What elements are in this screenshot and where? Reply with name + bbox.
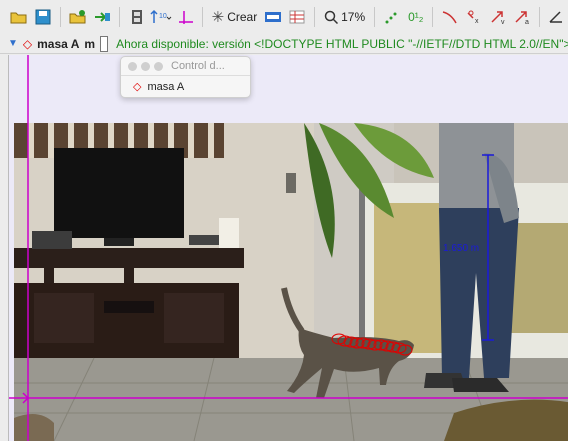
track-selector[interactable]: ▼ ◇ masa A m <box>8 35 109 52</box>
acceleration-vector-icon[interactable]: a <box>511 6 533 28</box>
diamond-icon: ◇ <box>133 81 142 93</box>
popup-title: Control d... <box>171 60 225 72</box>
zoom-dot-icon[interactable] <box>154 61 163 71</box>
popup-item-masa-a[interactable]: ◇ masa A <box>121 76 250 97</box>
svg-text:v: v <box>501 19 505 25</box>
open-video-icon[interactable] <box>67 6 89 28</box>
toolbar-separator <box>539 7 541 27</box>
toolbar-separator <box>59 7 61 27</box>
toolbar-separator <box>118 7 120 27</box>
velocity-vector-icon[interactable]: v <box>487 6 509 28</box>
save-icon[interactable] <box>32 6 54 28</box>
film-clip-icon[interactable] <box>126 6 148 28</box>
track-control-icon[interactable] <box>262 6 284 28</box>
angle-tool-icon[interactable] <box>546 6 568 28</box>
annotation-overlay: 1.650 m <box>9 55 568 441</box>
track-control-popup[interactable]: Control d... ◇ masa A <box>120 56 251 98</box>
magnifier-icon <box>324 10 339 24</box>
mass-name: masa A <box>37 36 80 51</box>
svg-text:x: x <box>475 18 479 25</box>
update-notice[interactable]: Ahora disponible: versión <!DOCTYPE HTML… <box>116 37 568 51</box>
toolbar-separator <box>432 7 434 27</box>
toolbar-separator <box>201 7 203 27</box>
close-dot-icon[interactable] <box>128 61 137 71</box>
path-icon[interactable] <box>439 6 461 28</box>
point-x-icon[interactable]: x <box>463 6 485 28</box>
dropdown-triangle-icon: ▼ <box>8 38 18 49</box>
data-table-icon[interactable] <box>286 6 308 28</box>
popup-item-label: masa A <box>147 80 185 93</box>
tape-length-label: 1.650 m <box>443 243 479 254</box>
trail-dots-icon[interactable] <box>381 6 403 28</box>
toolbar-separator <box>374 7 376 27</box>
axes-icon[interactable] <box>174 6 196 28</box>
svg-text:10: 10 <box>159 13 167 20</box>
zoom-button[interactable]: 17% <box>321 6 368 28</box>
open-folder-icon[interactable] <box>8 6 30 28</box>
import-icon[interactable] <box>91 6 113 28</box>
mass-unit-label: m <box>84 36 96 51</box>
track-bar: ▼ ◇ masa A m Ahora disponible: versión <… <box>0 34 568 54</box>
create-track-button[interactable]: ✳ Crear <box>209 6 261 28</box>
mass-field[interactable] <box>100 35 109 52</box>
video-panel[interactable]: 1.650 m <box>8 55 568 441</box>
create-track-label: Crear <box>227 10 258 24</box>
minimize-dot-icon[interactable] <box>141 61 150 71</box>
calibration-tool-icon[interactable]: 10 <box>150 6 172 28</box>
track-points[interactable] <box>331 333 413 356</box>
step-size-button[interactable]: 0¹₂ <box>405 6 426 28</box>
popup-titlebar[interactable]: Control d... <box>121 57 250 76</box>
step-size-label: 0¹₂ <box>408 10 424 24</box>
diamond-icon: ◇ <box>22 36 33 51</box>
toolbar-separator <box>314 7 316 27</box>
main-toolbar: 10 ✳ Crear 17% 0¹₂ x v a <box>0 0 568 34</box>
svg-text:a: a <box>525 19 529 25</box>
asterisk-icon: ✳ <box>211 9 225 26</box>
zoom-level: 17% <box>341 10 366 24</box>
